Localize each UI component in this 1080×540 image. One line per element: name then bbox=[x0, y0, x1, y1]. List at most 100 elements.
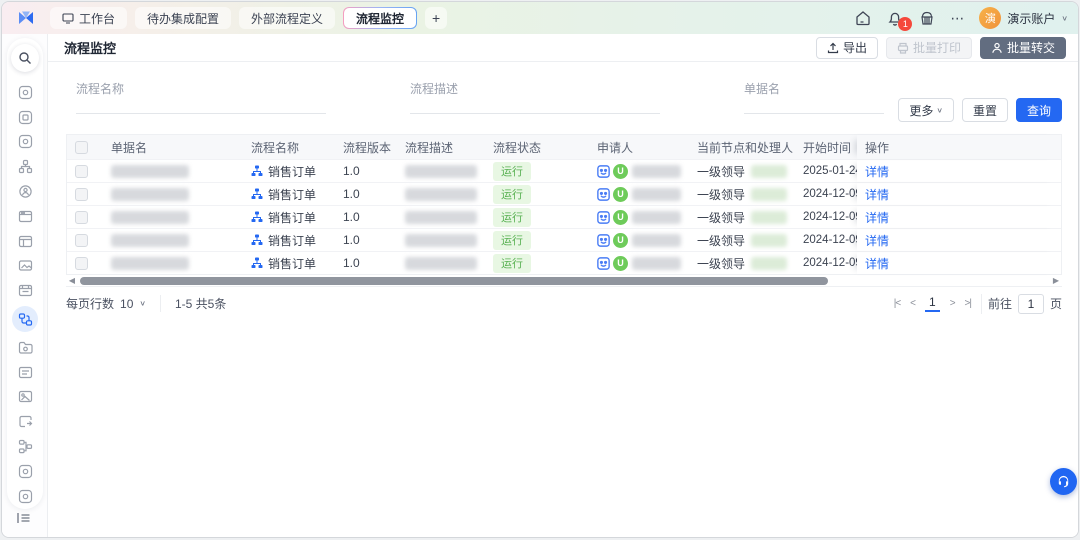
rows-per-page-select[interactable]: 每页行数 10 ∨ bbox=[66, 295, 161, 312]
current-node: 一级领导 bbox=[697, 186, 745, 203]
app-window-icon[interactable] bbox=[17, 109, 33, 125]
workflow-icon[interactable] bbox=[12, 306, 38, 332]
current-node: 一级领导 bbox=[697, 209, 745, 226]
process-version: 1.0 bbox=[335, 160, 397, 182]
detail-link[interactable]: 详情 bbox=[865, 232, 889, 249]
applicant-avatar: U bbox=[613, 233, 628, 248]
home-icon[interactable] bbox=[854, 9, 872, 27]
row-checkbox[interactable] bbox=[75, 165, 88, 178]
process-description-field[interactable]: 流程描述 bbox=[410, 80, 660, 114]
detail-link[interactable]: 详情 bbox=[865, 163, 889, 180]
batch-transfer-label: 批量转交 bbox=[1007, 39, 1055, 56]
select-all-checkbox[interactable] bbox=[75, 141, 88, 154]
table-row[interactable]: 销售订单 1.0 运行 U 一级领导 2024-12-09 16 详情 bbox=[67, 205, 1061, 228]
notification-bell-icon[interactable]: 1 bbox=[886, 9, 904, 27]
monitor-icon bbox=[62, 12, 74, 24]
tab-label: 待办集成配置 bbox=[147, 10, 219, 27]
more-filters-button[interactable]: 更多 ∨ bbox=[898, 98, 954, 122]
tab-external-process-definition[interactable]: 外部流程定义 bbox=[239, 7, 335, 29]
rows-per-page-value: 10 bbox=[120, 297, 133, 311]
scroll-right-icon[interactable]: ▶ bbox=[1050, 276, 1062, 285]
scroll-left-icon[interactable]: ◀ bbox=[66, 276, 78, 285]
account-menu[interactable]: 演 演示账户 ∨ bbox=[979, 7, 1068, 29]
add-tab-button[interactable]: + bbox=[425, 7, 447, 29]
first-page-icon[interactable]: |< bbox=[894, 298, 900, 309]
redacted-applicant-name bbox=[632, 165, 681, 178]
picture-icon[interactable] bbox=[17, 389, 33, 405]
collapse-menu-icon[interactable] bbox=[16, 510, 32, 531]
top-tab-bar: 工作台 待办集成配置 外部流程定义 流程监控 + 1 ⋯ 演 bbox=[2, 2, 1078, 34]
goto-page-input[interactable] bbox=[1018, 294, 1044, 314]
redacted-handler bbox=[751, 211, 787, 224]
hierarchy-icon[interactable] bbox=[17, 439, 33, 455]
form-icon[interactable] bbox=[17, 364, 33, 380]
table-row[interactable]: 销售订单 1.0 运行 U 一级领导 2024-12-09 16 详情 bbox=[67, 251, 1061, 274]
horizontal-scrollbar[interactable]: ◀ ▶ bbox=[66, 274, 1062, 286]
row-checkbox[interactable] bbox=[75, 234, 88, 247]
redacted-document-name bbox=[111, 188, 189, 201]
search-icon[interactable] bbox=[11, 44, 39, 72]
process-name-field[interactable]: 流程名称 bbox=[76, 80, 326, 114]
detail-link[interactable]: 详情 bbox=[865, 255, 889, 272]
tab-label: 工作台 bbox=[79, 10, 115, 27]
row-checkbox[interactable] bbox=[75, 211, 88, 224]
folder-gear-icon[interactable] bbox=[17, 339, 33, 355]
reset-button[interactable]: 重置 bbox=[962, 98, 1008, 122]
id-card-icon bbox=[597, 234, 610, 247]
tab-process-monitor[interactable]: 流程监控 bbox=[343, 7, 417, 29]
process-description-label: 流程描述 bbox=[410, 80, 660, 97]
app-window-icon[interactable] bbox=[17, 134, 33, 150]
table-row[interactable]: 销售订单 1.0 运行 U 一级领导 2024-12-09 16 详情 bbox=[67, 182, 1061, 205]
customer-service-chat-button[interactable] bbox=[1050, 468, 1077, 495]
col-start-time: 开始时间 bbox=[795, 135, 857, 159]
start-time: 2024-12-09 16 bbox=[795, 183, 857, 205]
prev-page-icon[interactable]: < bbox=[910, 298, 915, 309]
scrollbar-track[interactable] bbox=[78, 277, 1050, 285]
table-row[interactable]: 销售订单 1.0 运行 U 一级领导 2025-01-24 12 详情 bbox=[67, 159, 1061, 182]
status-badge: 运行 bbox=[493, 208, 531, 227]
redacted-handler bbox=[751, 234, 787, 247]
status-badge: 运行 bbox=[493, 162, 531, 181]
calendar-grid-icon[interactable] bbox=[17, 283, 33, 299]
workflow-icon bbox=[251, 165, 263, 177]
current-page[interactable]: 1 bbox=[925, 295, 940, 312]
app-window-icon[interactable] bbox=[17, 463, 33, 479]
account-avatar: 演 bbox=[979, 7, 1001, 29]
last-page-icon[interactable]: >| bbox=[965, 298, 971, 309]
detail-link[interactable]: 详情 bbox=[865, 209, 889, 226]
chevron-down-icon: ∨ bbox=[139, 299, 146, 308]
row-checkbox[interactable] bbox=[75, 257, 88, 270]
app-window: 工作台 待办集成配置 外部流程定义 流程监控 + 1 ⋯ 演 bbox=[1, 1, 1079, 538]
range-text: 1-5 共5条 bbox=[161, 295, 226, 312]
headset-icon bbox=[1056, 474, 1071, 489]
export-button[interactable]: 导出 bbox=[816, 37, 878, 59]
search-button[interactable]: 查询 bbox=[1016, 98, 1062, 122]
app-market-basket-icon[interactable] bbox=[918, 9, 936, 27]
redacted-document-name bbox=[111, 165, 189, 178]
tab-todo-integration-config[interactable]: 待办集成配置 bbox=[135, 7, 231, 29]
app-window-icon[interactable] bbox=[17, 84, 33, 100]
person-icon bbox=[991, 42, 1003, 54]
applicant-avatar: U bbox=[613, 164, 628, 179]
row-checkbox[interactable] bbox=[75, 188, 88, 201]
org-chart-icon[interactable] bbox=[17, 159, 33, 175]
document-name-field[interactable]: 单据名 bbox=[744, 80, 884, 114]
import-window-icon[interactable] bbox=[17, 414, 33, 430]
applicant-avatar: U bbox=[613, 187, 628, 202]
browser-icon[interactable] bbox=[17, 233, 33, 249]
table-row[interactable]: 销售订单 1.0 运行 U 一级领导 2024-12-09 16 详情 bbox=[67, 228, 1061, 251]
image-folder-icon[interactable] bbox=[17, 258, 33, 274]
app-window-icon[interactable] bbox=[17, 488, 33, 504]
batch-print-button[interactable]: 批量打印 bbox=[886, 37, 972, 59]
detail-link[interactable]: 详情 bbox=[865, 186, 889, 203]
tab-label: 外部流程定义 bbox=[251, 10, 323, 27]
more-menu-icon[interactable]: ⋯ bbox=[950, 10, 965, 27]
next-page-icon[interactable]: > bbox=[950, 298, 955, 309]
batch-transfer-button[interactable]: 批量转交 bbox=[980, 37, 1066, 59]
tab-workbench[interactable]: 工作台 bbox=[50, 7, 127, 29]
service-gear-icon[interactable] bbox=[17, 184, 33, 200]
app-logo-icon bbox=[16, 8, 36, 28]
scrollbar-thumb[interactable] bbox=[80, 277, 828, 285]
browser-icon[interactable] bbox=[17, 208, 33, 224]
rows-per-page-label: 每页行数 bbox=[66, 295, 114, 312]
